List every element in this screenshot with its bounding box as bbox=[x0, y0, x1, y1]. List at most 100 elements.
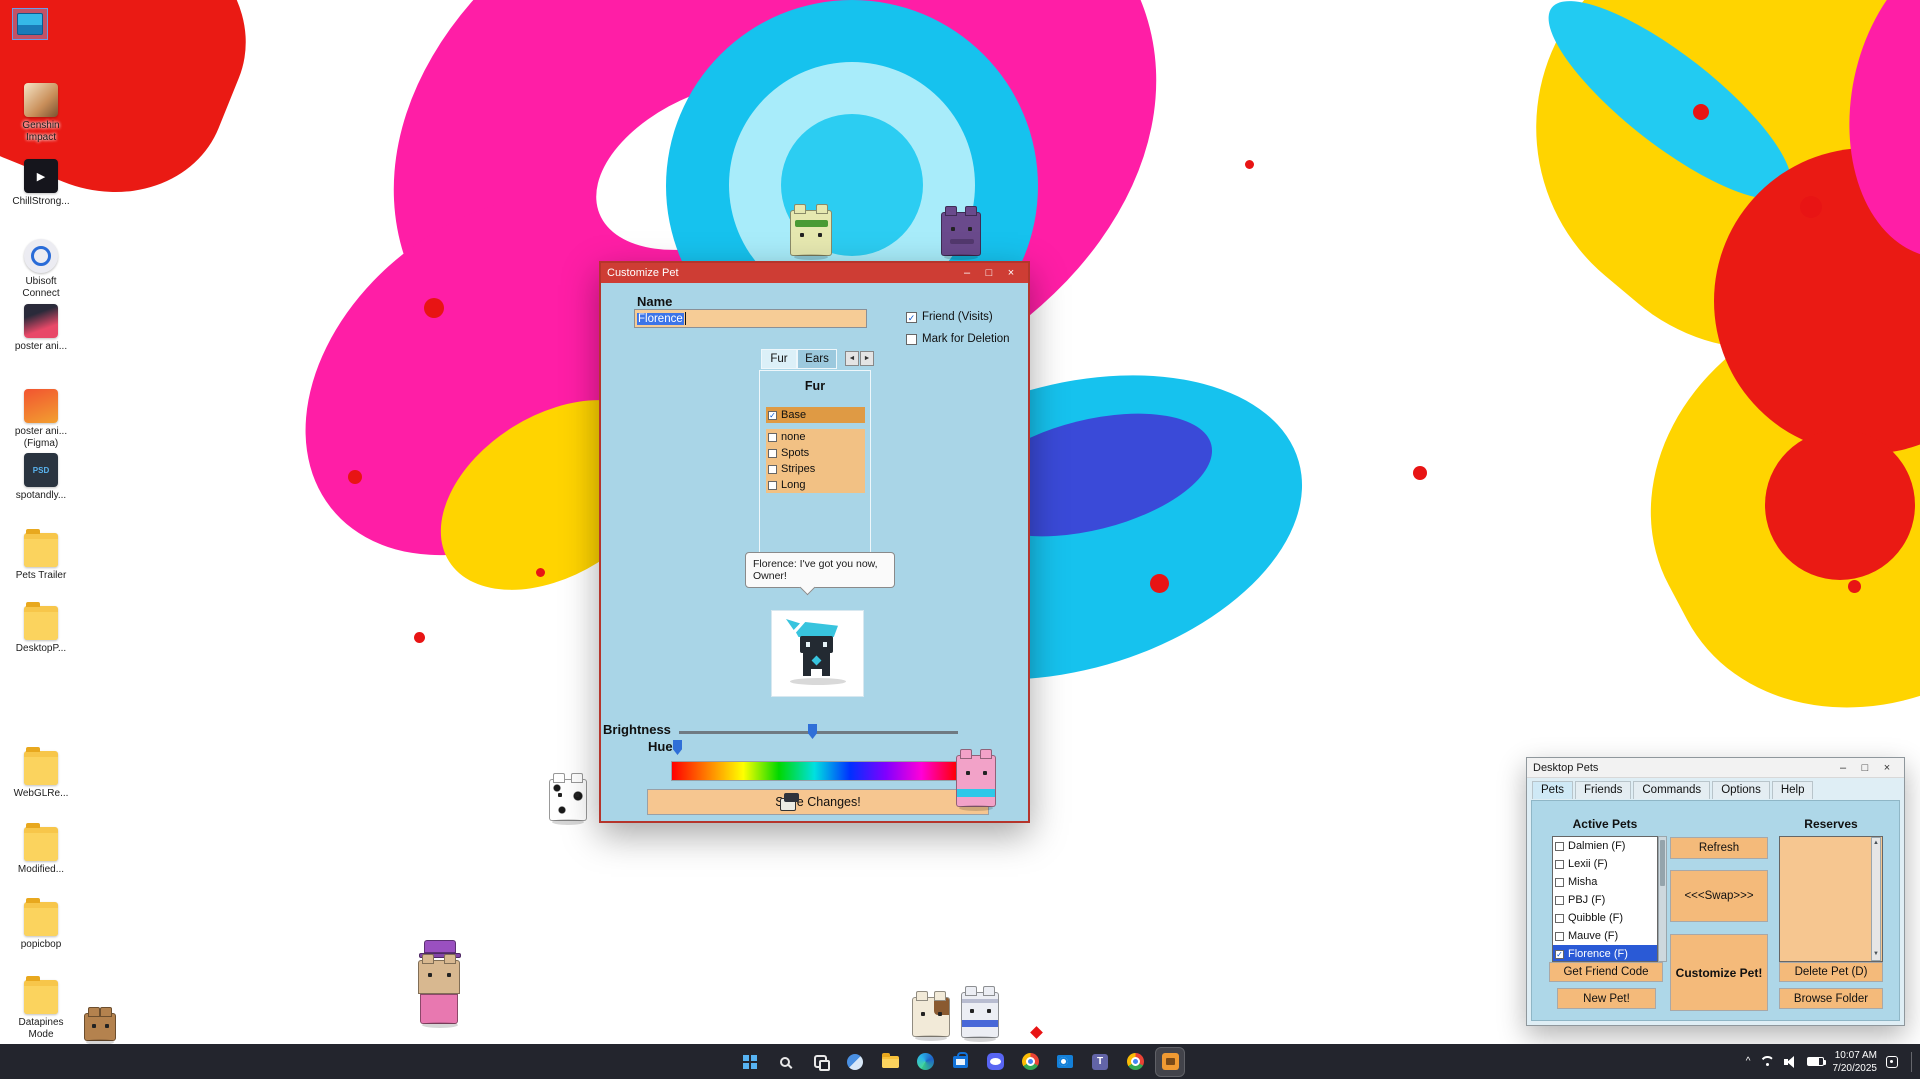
browse-folder-button[interactable]: Browse Folder bbox=[1779, 988, 1883, 1009]
desktop-pet-pink-cat[interactable] bbox=[956, 755, 996, 807]
pet-list-item-dalmien[interactable]: Dalmien (F) bbox=[1553, 837, 1657, 855]
desktop-pet-hat-cat[interactable] bbox=[418, 940, 462, 1024]
desktop-pet-lime-cat[interactable] bbox=[790, 210, 832, 256]
fur-option-base[interactable]: ✓ Base bbox=[766, 407, 865, 423]
tab-ears[interactable]: Ears bbox=[797, 349, 837, 369]
discord-button[interactable] bbox=[981, 1048, 1009, 1076]
search-button[interactable] bbox=[771, 1048, 799, 1076]
brightness-slider-track[interactable] bbox=[679, 731, 958, 734]
pet-checkbox[interactable] bbox=[1555, 932, 1564, 941]
desktop-icon-popicbop[interactable]: popicbop bbox=[8, 902, 74, 951]
brightness-slider-thumb[interactable] bbox=[808, 724, 817, 739]
mini-pet-on-button[interactable] bbox=[777, 790, 799, 813]
minimize-icon[interactable]: – bbox=[1832, 759, 1854, 777]
swap-button[interactable]: <<<Swap>>> bbox=[1670, 870, 1768, 922]
pet-list-item-pbj[interactable]: PBJ (F) bbox=[1553, 891, 1657, 909]
arrow-down-icon[interactable]: ▼ bbox=[1872, 950, 1880, 959]
pet-checkbox[interactable] bbox=[1555, 896, 1564, 905]
pet-list-item-quibble[interactable]: Quibble (F) bbox=[1553, 909, 1657, 927]
desktop-icon-desktopp[interactable]: DesktopP... bbox=[8, 606, 74, 655]
hue-slider-thumb[interactable] bbox=[673, 740, 682, 755]
close-icon[interactable]: × bbox=[1000, 264, 1022, 282]
volume-icon[interactable] bbox=[1784, 1056, 1798, 1068]
mark-deletion-checkbox-row[interactable]: Mark for Deletion bbox=[906, 333, 1010, 345]
desktop-icon-pets-trailer[interactable]: Pets Trailer bbox=[8, 533, 74, 582]
friend-visits-checkbox[interactable]: ✓ bbox=[906, 312, 917, 323]
file-explorer-button[interactable] bbox=[876, 1048, 904, 1076]
pets-window-titlebar[interactable]: Desktop Pets – □ × bbox=[1527, 758, 1904, 778]
desktop-icon-genshin[interactable]: Genshin Impact bbox=[8, 83, 74, 143]
tray-chevron-up-icon[interactable]: ^ bbox=[1746, 1056, 1751, 1067]
store-button[interactable] bbox=[946, 1048, 974, 1076]
maximize-icon[interactable]: □ bbox=[978, 264, 1000, 282]
tab-options[interactable]: Options bbox=[1712, 781, 1770, 799]
pet-list-item-misha[interactable]: Misha bbox=[1553, 873, 1657, 891]
desktop-pet-purple-cat[interactable] bbox=[941, 212, 981, 256]
fur-option-none[interactable]: none bbox=[766, 429, 865, 445]
start-button[interactable] bbox=[736, 1048, 764, 1076]
new-pet-button[interactable]: New Pet! bbox=[1557, 988, 1656, 1009]
desktop-icon-chillstrong[interactable]: ChillStrong... bbox=[8, 159, 74, 208]
pet-list-item-lexii[interactable]: Lexii (F) bbox=[1553, 855, 1657, 873]
chrome-profile-button[interactable] bbox=[1121, 1048, 1149, 1076]
teams-button[interactable] bbox=[1086, 1048, 1114, 1076]
desktop-icon-ubisoft[interactable]: Ubisoft Connect bbox=[8, 239, 74, 299]
pets-list-scrollbar[interactable] bbox=[1658, 836, 1667, 962]
desktop-icon-modified[interactable]: Modified... bbox=[8, 827, 74, 876]
reserves-scrollbar[interactable]: ▲ ▼ bbox=[1871, 837, 1881, 961]
customize-dialog-titlebar[interactable]: Customize Pet – □ × bbox=[601, 263, 1028, 283]
desktop-icon-poster2[interactable]: poster ani... (Figma) bbox=[8, 389, 74, 449]
scrollbar-thumb[interactable] bbox=[1660, 840, 1665, 886]
desktop-pets-taskbar-button[interactable] bbox=[1156, 1048, 1184, 1076]
arrow-up-icon[interactable]: ▲ bbox=[1872, 839, 1880, 848]
wifi-icon[interactable] bbox=[1760, 1056, 1775, 1067]
save-changes-button[interactable]: Save Changes! bbox=[647, 789, 989, 815]
desktop-pets-shortcut-selected[interactable] bbox=[12, 8, 48, 40]
fur-option-stripes[interactable]: Stripes bbox=[766, 461, 865, 477]
task-view-button[interactable] bbox=[806, 1048, 834, 1076]
pet-checkbox[interactable] bbox=[1555, 914, 1564, 923]
desktop-icon-poster1[interactable]: poster ani... bbox=[8, 304, 74, 353]
show-desktop-button[interactable] bbox=[1911, 1052, 1914, 1072]
fur-option-spots[interactable]: Spots bbox=[766, 445, 865, 461]
desktop-icon-webglre[interactable]: WebGLRe... bbox=[8, 751, 74, 800]
desktop-pet-dog[interactable] bbox=[912, 997, 950, 1037]
friend-visits-checkbox-row[interactable]: ✓ Friend (Visits) bbox=[906, 311, 993, 323]
pet-checkbox[interactable] bbox=[1555, 842, 1564, 851]
customize-pet-button[interactable]: Customize Pet! bbox=[1670, 934, 1768, 1011]
pet-list-item-florence[interactable]: ✓Florence (F) bbox=[1553, 945, 1657, 962]
tab-fur[interactable]: Fur bbox=[761, 349, 797, 369]
desktop-pet-white-cat[interactable] bbox=[961, 992, 999, 1038]
fur-option-checkbox[interactable] bbox=[768, 465, 777, 474]
fur-option-checkbox[interactable] bbox=[768, 449, 777, 458]
fur-option-checkbox[interactable] bbox=[768, 481, 777, 490]
hue-gradient-bar[interactable] bbox=[671, 761, 958, 781]
widgets-button[interactable] bbox=[841, 1048, 869, 1076]
pet-list-item-mauve[interactable]: Mauve (F) bbox=[1553, 927, 1657, 945]
fur-option-checkbox[interactable] bbox=[768, 433, 777, 442]
desktop-icon-psd[interactable]: spotandly... bbox=[8, 453, 74, 502]
delete-pet-button[interactable]: Delete Pet (D) bbox=[1779, 962, 1883, 982]
close-icon[interactable]: × bbox=[1876, 759, 1898, 777]
tab-friends[interactable]: Friends bbox=[1575, 781, 1631, 799]
refresh-button[interactable]: Refresh bbox=[1670, 837, 1768, 859]
notification-icon[interactable] bbox=[1886, 1056, 1898, 1068]
taskbar-clock[interactable]: 10:07 AM 7/20/2025 bbox=[1833, 1049, 1878, 1075]
pet-name-input[interactable]: Florence bbox=[634, 309, 867, 328]
tab-scroll-left-button[interactable]: ◄ bbox=[845, 351, 859, 366]
edge-button[interactable] bbox=[911, 1048, 939, 1076]
pet-checkbox[interactable] bbox=[1555, 860, 1564, 869]
desktop-icon-datapines[interactable]: Datapines Mode bbox=[8, 980, 74, 1040]
get-friend-code-button[interactable]: Get Friend Code bbox=[1549, 962, 1663, 982]
pet-checkbox[interactable] bbox=[1555, 878, 1564, 887]
fur-option-checkbox[interactable]: ✓ bbox=[768, 411, 777, 420]
chrome-button[interactable] bbox=[1016, 1048, 1044, 1076]
tab-help[interactable]: Help bbox=[1772, 781, 1814, 799]
desktop-pet-hamster[interactable] bbox=[84, 1013, 116, 1041]
fur-option-long[interactable]: Long bbox=[766, 477, 865, 493]
mark-deletion-checkbox[interactable] bbox=[906, 334, 917, 345]
minimize-icon[interactable]: – bbox=[956, 264, 978, 282]
maximize-icon[interactable]: □ bbox=[1854, 759, 1876, 777]
desktop-pet-dalmatian[interactable] bbox=[549, 779, 587, 821]
battery-icon[interactable] bbox=[1807, 1057, 1824, 1066]
